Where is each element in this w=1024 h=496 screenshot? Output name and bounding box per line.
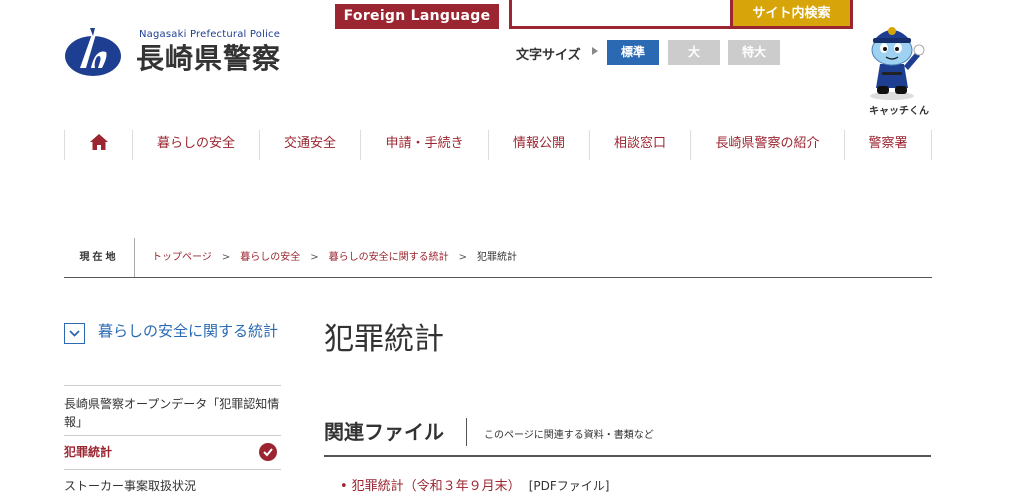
foreign-language-button[interactable]: Foreign Language xyxy=(335,4,499,29)
file-list-item: • 犯罪統計（令和３年９月末） [PDFファイル] xyxy=(340,477,609,496)
site-search-input[interactable] xyxy=(512,0,730,26)
sidebar-heading[interactable]: 暮らしの安全に関する統計 xyxy=(64,320,281,380)
page-title: 犯罪統計 xyxy=(324,322,444,357)
section-title: 関連ファイル xyxy=(324,420,444,444)
section-rule xyxy=(324,455,931,457)
breadcrumb: 現在地 トップページ > 暮らしの安全 > 暮らしの安全に関する統計 > 犯罪統計 xyxy=(64,238,932,278)
sidebar-item-label: 犯罪統計 xyxy=(64,445,113,459)
site-search-button[interactable]: サイト内検索 xyxy=(733,0,853,29)
font-size-extra-large-button[interactable]: 特大 xyxy=(728,40,780,65)
nav-item-about-police[interactable]: 長崎県警察の紹介 xyxy=(690,130,844,160)
nav-item-information-disclosure[interactable]: 情報公開 xyxy=(488,130,589,160)
section-subtitle: このページに関連する資料・書類など xyxy=(484,430,654,441)
logo-english-name: Nagasaki Prefectural Police xyxy=(139,29,281,40)
chevron-down-icon xyxy=(69,330,80,337)
nav-item-living-safety[interactable]: 暮らしの安全 xyxy=(132,130,259,160)
sidebar-item-open-data[interactable]: 長崎県警察オープンデータ「犯罪認知情報」 xyxy=(64,395,281,431)
sidebar-toggle[interactable] xyxy=(64,323,85,344)
breadcrumb-link-statistics[interactable]: 暮らしの安全に関する統計 xyxy=(329,252,449,263)
breadcrumb-link-living-safety[interactable]: 暮らしの安全 xyxy=(240,252,300,263)
police-emblem-icon xyxy=(65,28,121,76)
sidebar-item-crime-statistics[interactable]: 犯罪統計 xyxy=(64,443,281,461)
search-box xyxy=(509,0,733,29)
sidebar-item-stalker-cases[interactable]: ストーカー事案取扱状況 xyxy=(64,477,281,495)
global-nav: 暮らしの安全 交通安全 申請・手続き 情報公開 相談窓口 長崎県警察の紹介 警察… xyxy=(64,130,932,160)
breadcrumb-label: 現在地 xyxy=(64,238,135,277)
font-size-label: 文字サイズ xyxy=(516,48,581,63)
sidebar-divider xyxy=(64,385,281,386)
breadcrumb-separator-icon: > xyxy=(458,252,467,263)
breadcrumb-current: 犯罪統計 xyxy=(476,252,517,263)
breadcrumb-link-top[interactable]: トップページ xyxy=(152,252,212,263)
nav-home[interactable] xyxy=(64,130,132,160)
sidebar-divider xyxy=(64,435,281,436)
breadcrumb-trail: トップページ > 暮らしの安全 > 暮らしの安全に関する統計 > 犯罪統計 xyxy=(152,238,517,277)
file-link[interactable]: 犯罪統計（令和３年９月末） xyxy=(352,479,521,494)
font-size-standard-button[interactable]: 標準 xyxy=(607,40,659,65)
file-type: [PDFファイル] xyxy=(528,479,610,493)
font-size-large-button[interactable]: 大 xyxy=(668,40,720,65)
mascot-image[interactable] xyxy=(862,12,934,100)
mascot-name: キャッチくん xyxy=(869,106,929,117)
breadcrumb-separator-icon: > xyxy=(221,252,231,263)
nav-item-police-stations[interactable]: 警察署 xyxy=(844,130,932,160)
section-title-divider xyxy=(466,418,467,446)
sidebar-heading-text: 暮らしの安全に関する統計 xyxy=(98,322,279,340)
logo-japanese-name: 長崎県警察 xyxy=(136,42,282,75)
check-circle-icon xyxy=(259,443,277,461)
nav-item-traffic-safety[interactable]: 交通安全 xyxy=(259,130,360,160)
triangle-right-icon xyxy=(592,47,598,55)
bullet-icon: • xyxy=(340,479,348,494)
nav-item-consultation[interactable]: 相談窓口 xyxy=(589,130,690,160)
sidebar-divider xyxy=(64,469,281,470)
site-logo[interactable]: Nagasaki Prefectural Police 長崎県警察 xyxy=(64,26,304,78)
nav-item-applications[interactable]: 申請・手続き xyxy=(360,130,488,160)
breadcrumb-separator-icon: > xyxy=(310,252,319,263)
home-icon xyxy=(89,134,108,150)
